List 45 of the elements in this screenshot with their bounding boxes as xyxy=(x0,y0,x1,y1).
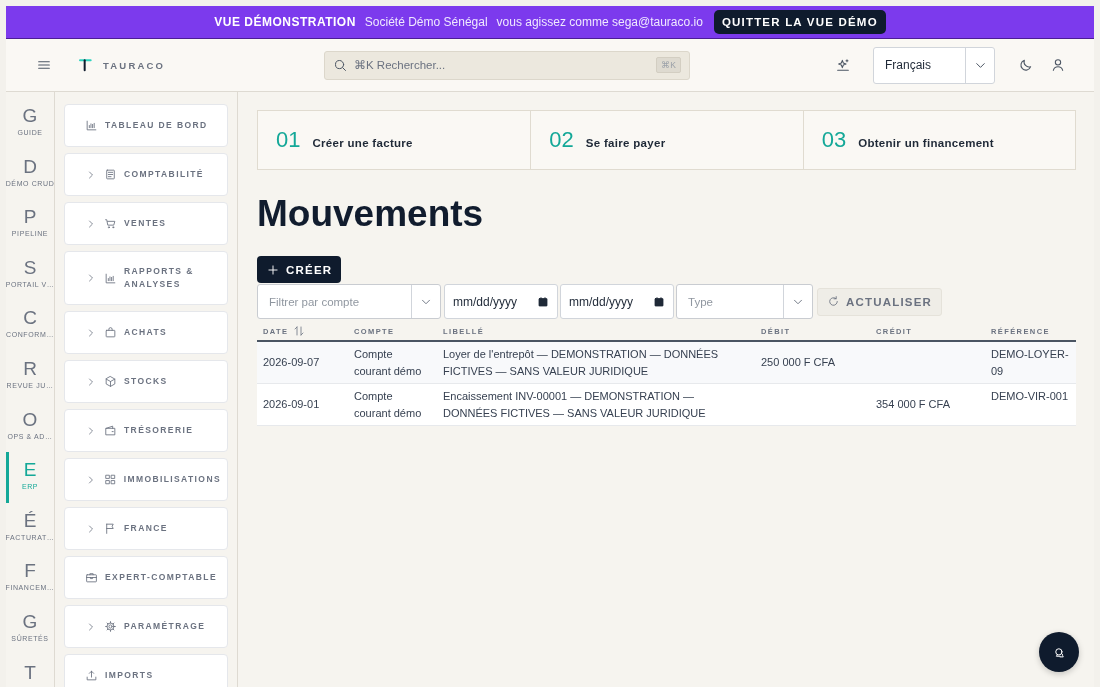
nav-item[interactable]: FRANCE xyxy=(64,507,228,550)
step-card[interactable]: 02 Se faire payer xyxy=(530,111,803,169)
nav-item[interactable]: EXPERT-COMPTABLE xyxy=(64,556,228,599)
step-label: Se faire payer xyxy=(585,136,666,149)
step-number: 01 xyxy=(276,127,301,153)
nav-item[interactable]: ACHATS xyxy=(64,311,228,354)
nav-item[interactable]: COMPTABILITÉ xyxy=(64,153,228,196)
nav-item[interactable]: TABLEAU DE BORD xyxy=(64,104,228,147)
table-cell: 250 000 F CFA xyxy=(755,341,870,384)
type-filter[interactable]: Type xyxy=(676,284,813,319)
step-label: Créer une facture xyxy=(312,136,413,149)
nav-item[interactable]: VENTES xyxy=(64,202,228,245)
acting-as-text: vous agissez comme sega@tauraco.io xyxy=(496,15,703,29)
nav-item[interactable]: RAPPORTS & ANALYSES xyxy=(64,251,228,305)
nav-item[interactable]: IMPORTS xyxy=(64,654,228,687)
nav-item[interactable]: TRÉSORERIE xyxy=(64,409,228,452)
page-title: Mouvements xyxy=(257,192,485,236)
table-cell: DEMO-LOYER-09 xyxy=(985,341,1076,384)
table-cell: Compte courant démo xyxy=(348,341,437,384)
step-label: Obtenir un financement xyxy=(858,136,994,149)
date-field[interactable]: mm/dd/yyyy xyxy=(444,284,558,319)
table-cell: Loyer de l'entrepôt — DEMONSTRATION — DONNÉES FICTIVES — SANS VALEUR JURIDIQUE xyxy=(437,341,755,384)
table-cell: 2026-09-01 xyxy=(257,383,348,426)
create-button[interactable]: CRÉER xyxy=(257,256,342,283)
exit-demo-button[interactable]: QUITTER LA VUE DÉMO xyxy=(713,10,886,34)
table-cell: 354 000 F CFA xyxy=(870,383,985,426)
nav-item[interactable]: STOCKS xyxy=(64,360,228,403)
nav-item[interactable]: IMMOBILISATIONS xyxy=(64,458,228,501)
brand-name: TAURACO xyxy=(103,59,166,71)
app-switcher-item[interactable]: T xyxy=(6,654,54,687)
step-number: 03 xyxy=(821,127,847,153)
step-card[interactable]: 01 Créer une facture xyxy=(258,111,531,169)
nav-item[interactable]: PARAMÉTRAGE xyxy=(64,605,228,648)
table-cell: DEMO-VIR-001 xyxy=(985,383,1076,426)
account-filter[interactable]: Filtrer par compte xyxy=(257,284,441,319)
table-cell: 2026-09-07 xyxy=(257,341,348,384)
company-name: Société Démo Sénégal xyxy=(364,15,488,29)
table-cell: Encaissement INV-00001 — DEMONSTRATION — DONNÉES FICTIVES — SANS VALEUR JURIDIQUE xyxy=(437,383,755,426)
step-number: 02 xyxy=(549,127,574,153)
language-select[interactable]: Français xyxy=(873,46,995,84)
refresh-button[interactable]: ACTUALISER xyxy=(817,287,943,316)
date-field[interactable]: mm/dd/yyyy xyxy=(560,284,674,319)
step-card[interactable]: 03 Obtenir un financement xyxy=(802,111,1075,169)
table-cell: Compte courant démo xyxy=(348,383,437,426)
demo-title: VUE DÉMONSTRATION xyxy=(214,15,356,29)
